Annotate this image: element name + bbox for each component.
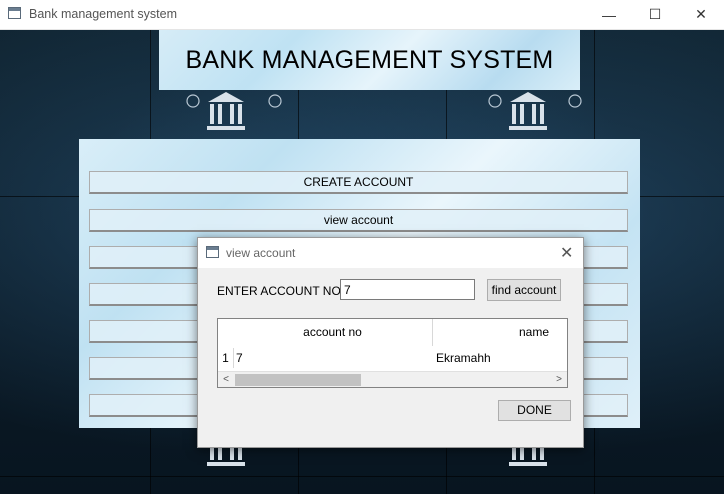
- find-account-button[interactable]: find account: [487, 279, 561, 301]
- bitcoin-coin-icon: [186, 94, 200, 108]
- column-header-name[interactable]: name: [433, 319, 567, 346]
- scroll-right-arrow-icon[interactable]: >: [551, 372, 567, 387]
- header-banner: BANK MANAGEMENT SYSTEM: [159, 30, 580, 90]
- dialog-window-icon: [206, 246, 219, 258]
- view-account-dialog: view account ✕ ENTER ACCOUNT NO: find ac…: [197, 237, 584, 448]
- scrollbar-thumb[interactable]: [235, 374, 361, 386]
- view-account-button[interactable]: view account: [89, 209, 628, 232]
- row-number[interactable]: 1: [218, 348, 234, 368]
- bitcoin-coin-icon: [268, 94, 282, 108]
- table-corner: [218, 319, 234, 346]
- maximize-button[interactable]: ☐: [632, 0, 678, 29]
- table-cell-name[interactable]: Ekramahh: [433, 348, 566, 368]
- close-button[interactable]: ✕: [678, 0, 724, 29]
- minimize-button[interactable]: —: [586, 0, 632, 29]
- main-window-title: Bank management system: [29, 7, 177, 21]
- dialog-close-button[interactable]: ✕: [560, 243, 573, 263]
- account-number-input[interactable]: [340, 279, 475, 300]
- bitcoin-coin-icon: [488, 94, 502, 108]
- dialog-title: view account: [226, 246, 296, 260]
- main-titlebar: Bank management system — ☐ ✕: [0, 0, 724, 30]
- table-cell-account-no[interactable]: 7: [233, 348, 432, 368]
- account-table: account no name 1 7 Ekramahh < >: [217, 318, 568, 388]
- bank-building-icon: [509, 92, 547, 130]
- column-header-account-no[interactable]: account no: [233, 319, 433, 346]
- bitcoin-coin-icon: [568, 94, 582, 108]
- account-number-label: ENTER ACCOUNT NO:: [217, 284, 345, 298]
- bank-building-icon: [207, 92, 245, 130]
- create-account-button[interactable]: CREATE ACCOUNT: [89, 171, 628, 194]
- app-window-icon: [8, 7, 21, 19]
- tile-divider: [0, 476, 724, 477]
- horizontal-scrollbar[interactable]: < >: [218, 371, 567, 387]
- done-button[interactable]: DONE: [498, 400, 571, 421]
- scroll-left-arrow-icon[interactable]: <: [218, 372, 234, 387]
- banner-title: BANK MANAGEMENT SYSTEM: [185, 45, 554, 74]
- dialog-titlebar: view account ✕: [198, 238, 583, 268]
